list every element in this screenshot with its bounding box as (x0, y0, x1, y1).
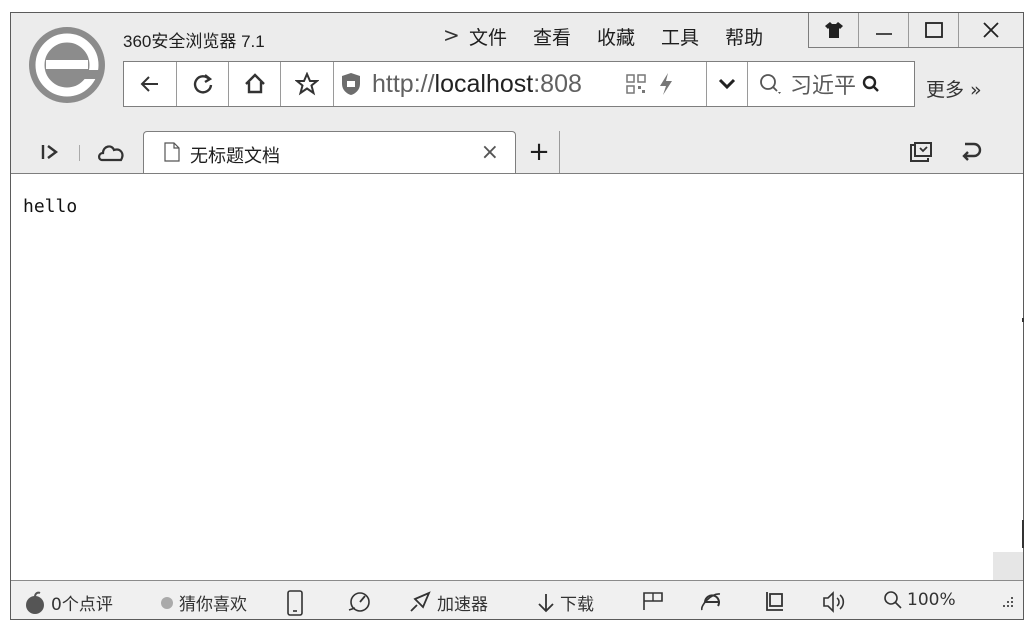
url-dropdown-button[interactable] (706, 62, 748, 106)
chevron-down-icon (718, 78, 736, 90)
resize-grip-icon (1003, 597, 1013, 607)
menu-help[interactable]: 帮助 (725, 23, 763, 50)
more-button[interactable]: 更多 » (926, 75, 982, 102)
window-icon (766, 592, 783, 611)
window-button[interactable] (763, 590, 785, 612)
resize-grip[interactable] (1001, 595, 1015, 609)
accelerator-button[interactable]: 加速器 (407, 590, 488, 615)
ie-button[interactable] (699, 590, 723, 614)
minimize-button[interactable] (859, 13, 909, 47)
guess-label: 猜你喜欢 (179, 595, 247, 615)
cloud-button[interactable] (95, 137, 129, 167)
back-icon (140, 76, 158, 92)
download-label: 下载 (560, 595, 594, 615)
browser-logo-icon[interactable] (27, 25, 107, 105)
volume-button[interactable] (821, 590, 847, 614)
minimize-icon (875, 33, 892, 35)
accelerator-label: 加速器 (437, 595, 488, 615)
menu-expand-arrow[interactable]: > (443, 23, 460, 47)
qr-code-icon[interactable] (626, 74, 646, 94)
volume-icon (823, 591, 845, 613)
search-text: 习近平 (790, 74, 857, 99)
favorite-button[interactable] (281, 62, 334, 106)
flag-icon (643, 592, 663, 610)
sidebar-toggle-icon (41, 145, 58, 159)
apple-icon (26, 591, 44, 614)
menu-view[interactable]: 查看 (533, 23, 571, 50)
back-button[interactable] (124, 62, 177, 106)
comments-count: 0个点评 (51, 595, 113, 615)
cloud-icon (98, 145, 124, 162)
speed-button[interactable] (347, 590, 373, 614)
scrollbar-corner (993, 552, 1023, 580)
zoom-level: 100% (907, 590, 956, 610)
url-text: http://localhost:808 (372, 69, 582, 98)
phone-button[interactable] (286, 590, 304, 616)
menu-favorites[interactable]: 收藏 (597, 23, 635, 50)
page-content: hello (11, 174, 1023, 580)
edge-mark (1022, 520, 1024, 548)
tabbar-divider (79, 145, 80, 161)
tab-bar: 无标题文档 × + (11, 131, 1023, 174)
new-tab-button[interactable]: + (519, 131, 560, 173)
guess-you-like-button[interactable]: 猜你喜欢 (159, 590, 247, 615)
speed-icon (348, 592, 370, 612)
tab-active[interactable]: 无标题文档 × (143, 131, 516, 173)
rocket-icon (410, 590, 431, 612)
search-engine-icon (760, 74, 781, 94)
navigation-toolbar: http://localhost:808 习近平 (123, 61, 915, 107)
undo-close-button[interactable] (954, 137, 988, 167)
close-icon (983, 22, 999, 38)
edge-mark (1022, 318, 1024, 322)
shield-icon (342, 73, 360, 95)
tab-title: 无标题文档 (190, 146, 280, 167)
maximize-button[interactable] (909, 13, 959, 47)
zoom-button[interactable]: 100% (883, 590, 956, 610)
search-box[interactable]: 习近平 (748, 62, 914, 106)
star-icon (295, 72, 319, 96)
phone-icon (287, 590, 303, 616)
dot-icon (161, 596, 173, 609)
menu-file[interactable]: 文件 (469, 23, 507, 50)
download-icon (538, 593, 554, 612)
download-button[interactable]: 下载 (536, 590, 594, 615)
shirt-icon (824, 22, 843, 38)
search-icon[interactable] (862, 75, 880, 93)
url-field[interactable]: http://localhost:808 (334, 62, 706, 106)
maximize-icon (924, 22, 943, 38)
ie-icon (701, 593, 721, 611)
close-button[interactable] (959, 13, 1023, 47)
title-bar: 360安全浏览器 7.1 > 文件 查看 收藏 工具 帮助 http://loc… (11, 13, 1023, 132)
menu-tools[interactable]: 工具 (661, 23, 699, 50)
tab-close-button[interactable]: × (481, 140, 499, 165)
home-button[interactable] (229, 62, 281, 106)
undo-icon (962, 142, 982, 161)
refresh-icon (193, 74, 212, 94)
home-icon (244, 73, 265, 94)
zoom-icon (884, 591, 902, 609)
lightning-icon[interactable] (658, 72, 674, 96)
app-title: 360安全浏览器 7.1 (123, 32, 265, 51)
document-icon (164, 142, 180, 162)
refresh-button[interactable] (177, 62, 229, 106)
status-bar: 0个点评 猜你喜欢 加速器 下载 100% (11, 580, 1023, 619)
browser-window: 360安全浏览器 7.1 > 文件 查看 收藏 工具 帮助 http://loc… (10, 12, 1024, 620)
comments-button[interactable]: 0个点评 (23, 590, 113, 615)
flag-button[interactable] (641, 590, 665, 612)
skin-button[interactable] (809, 13, 859, 47)
window-controls (808, 13, 1023, 48)
sidebar-toggle-button[interactable] (33, 137, 67, 167)
menu-bar: 文件 查看 收藏 工具 帮助 (469, 23, 763, 50)
restore-tabs-button[interactable] (904, 137, 938, 167)
page-text: hello (23, 196, 78, 217)
restore-tabs-icon (910, 142, 932, 162)
